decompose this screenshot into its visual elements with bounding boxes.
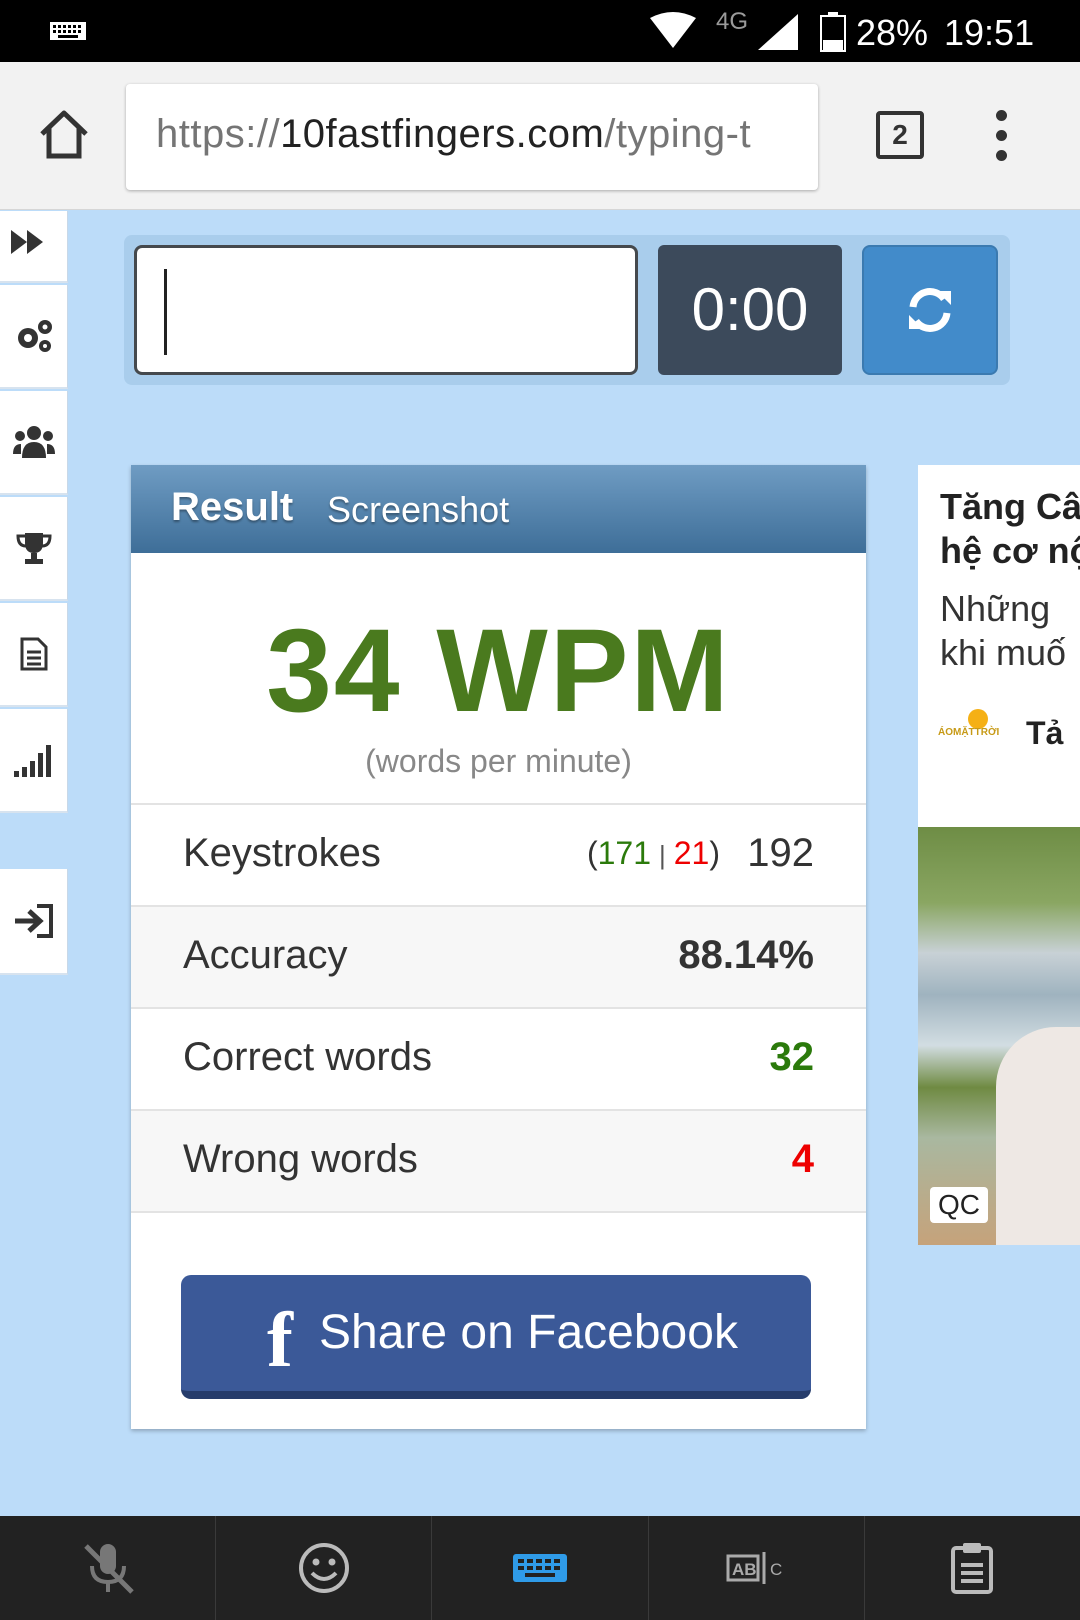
accuracy-label: Accuracy (183, 933, 348, 977)
url-path: /typing-t (604, 112, 752, 156)
sidebar-item-settings[interactable] (0, 285, 68, 389)
keystrokes-correct: 171 (597, 835, 651, 871)
svg-text:C: C (770, 1560, 782, 1579)
battery-icon (820, 12, 846, 52)
signal-icon (758, 14, 798, 50)
wifi-icon (650, 12, 696, 48)
trophy-icon (15, 533, 52, 564)
typing-controls: 0:00 (124, 235, 1010, 385)
keyboard-icon (513, 1554, 567, 1582)
result-panel: Result Screenshot 34 WPM (words per minu… (131, 465, 866, 1429)
keystrokes-wrong: 21 (673, 835, 710, 871)
keystrokes-total: 192 (747, 831, 814, 875)
sidebar-item-texts[interactable] (0, 603, 68, 707)
url-scheme: https:// (156, 112, 281, 156)
users-icon (12, 426, 55, 458)
result-title: Result (171, 485, 294, 529)
restart-button[interactable] (862, 245, 998, 375)
clipboard-icon (951, 1543, 994, 1594)
keystrokes-row: Keystrokes (171 | 21) 192 (131, 805, 866, 907)
ad-badge: QC (930, 1187, 988, 1223)
network-type-label: 4G (716, 8, 749, 35)
keystrokes-label: Keystrokes (183, 831, 381, 875)
stats-icon (13, 745, 51, 777)
spellcheck-icon: AB C (726, 1552, 782, 1584)
accuracy-value: 88.14% (678, 933, 814, 977)
sun-logo-icon (968, 709, 988, 729)
clipboard-button[interactable] (865, 1516, 1080, 1620)
overflow-menu-icon[interactable] (996, 110, 1008, 170)
wpm-value: 34 WPM (266, 605, 731, 737)
ad-description: Những khi muố (940, 588, 1067, 673)
result-header: Result Screenshot (131, 465, 866, 553)
sidebar-item-login[interactable] (0, 869, 68, 975)
text-edit-button[interactable]: AB C (649, 1516, 865, 1620)
voice-input-button[interactable] (0, 1516, 217, 1620)
wpm-box: 34 WPM (words per minute) (131, 553, 866, 805)
settings-icon (17, 320, 52, 352)
tab-switcher-button[interactable]: 2 (876, 111, 924, 159)
keyboard-button[interactable] (432, 1516, 649, 1620)
login-icon (14, 904, 53, 938)
share-facebook-button[interactable]: f Share on Facebook (181, 1275, 811, 1399)
page-content: 0:00 Result Screenshot 34 WPM (words per… (0, 211, 1080, 1516)
keyboard-toolbar: AB C (0, 1516, 1080, 1620)
facebook-icon: f (267, 1296, 293, 1383)
url-host: 10fastfingers.com (280, 112, 605, 156)
accuracy-row: Accuracy 88.14% (131, 907, 866, 1009)
sidebar-item-stats[interactable] (0, 709, 68, 813)
home-icon[interactable] (38, 108, 90, 160)
address-bar[interactable]: https://10fastfingers.com/typing-t (126, 84, 818, 190)
typing-input[interactable] (134, 245, 638, 375)
sidebar-item-trophy[interactable] (0, 497, 68, 601)
correct-words-label: Correct words (183, 1035, 432, 1079)
battery-percent: 28% (856, 12, 929, 53)
sidebar-item-users[interactable] (0, 391, 68, 495)
correct-words-row: Correct words 32 (131, 1009, 866, 1111)
wrong-words-row: Wrong words 4 (131, 1111, 866, 1213)
status-bar: 4G 28% 19:51 (0, 0, 1080, 62)
url-text: https://10fastfingers.com/typing-t (156, 112, 751, 157)
ad-title: Tăng Câ hệ cơ nộ (940, 486, 1080, 571)
refresh-icon (909, 288, 951, 332)
ad-logo: ÁOMẶTTRỜI (938, 727, 1000, 738)
svg-text:AB: AB (732, 1560, 757, 1579)
timer: 0:00 (658, 245, 842, 375)
keyboard-notification-icon (50, 22, 86, 40)
mic-off-icon (83, 1544, 134, 1594)
share-facebook-label: Share on Facebook (319, 1306, 738, 1359)
sidebar-item-collapse[interactable] (0, 211, 68, 283)
correct-words-value: 32 (769, 1035, 815, 1079)
emoji-button[interactable] (216, 1516, 433, 1620)
ad-brand: Tả (1026, 715, 1064, 751)
advertisement[interactable]: Tăng Câ hệ cơ nộ Những khi muố ÁOMẶTTRỜI… (918, 465, 1080, 1245)
fast-forward-icon (10, 230, 43, 254)
wpm-subtitle: (words per minute) (365, 743, 632, 779)
wrong-words-value: 4 (791, 1137, 814, 1181)
tab-screenshot[interactable]: Screenshot (327, 489, 509, 531)
wrong-words-label: Wrong words (183, 1137, 418, 1181)
ad-image (918, 827, 1080, 1245)
keystrokes-breakdown: (171 | 21) (586, 835, 720, 871)
document-icon (20, 637, 47, 671)
emoji-icon (298, 1543, 349, 1593)
clock: 19:51 (944, 12, 1035, 53)
browser-toolbar: https://10fastfingers.com/typing-t 2 (0, 62, 1080, 210)
